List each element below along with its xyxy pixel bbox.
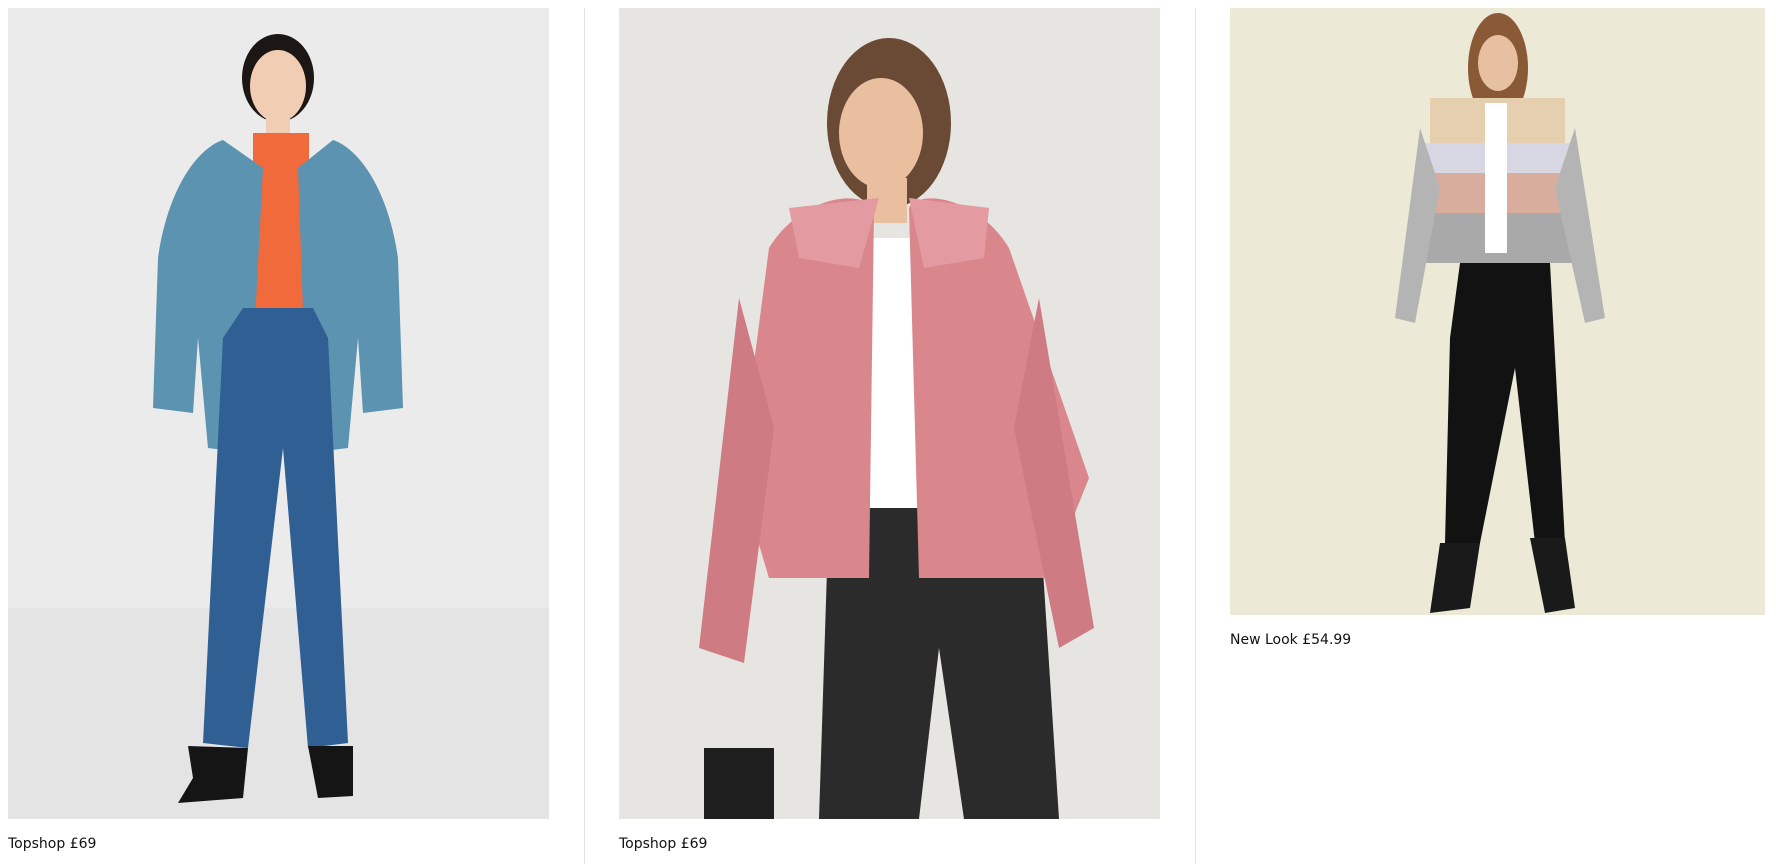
product-caption[interactable]: Topshop £69 [8,835,549,853]
column-divider [1195,8,1196,864]
column-divider [584,8,585,864]
product-card[interactable]: New Look £54.99 [1230,8,1765,649]
product-card[interactable]: Topshop £69 [619,8,1160,853]
product-card[interactable]: Topshop £69 [8,8,549,853]
product-image[interactable] [619,8,1160,819]
product-grid: Topshop £69 Topshop £69 New Look £54.99 [0,0,1776,864]
product-caption[interactable]: Topshop £69 [619,835,1160,853]
product-caption[interactable]: New Look £54.99 [1230,631,1765,649]
product-image[interactable] [1230,8,1765,615]
product-image[interactable] [8,8,549,819]
